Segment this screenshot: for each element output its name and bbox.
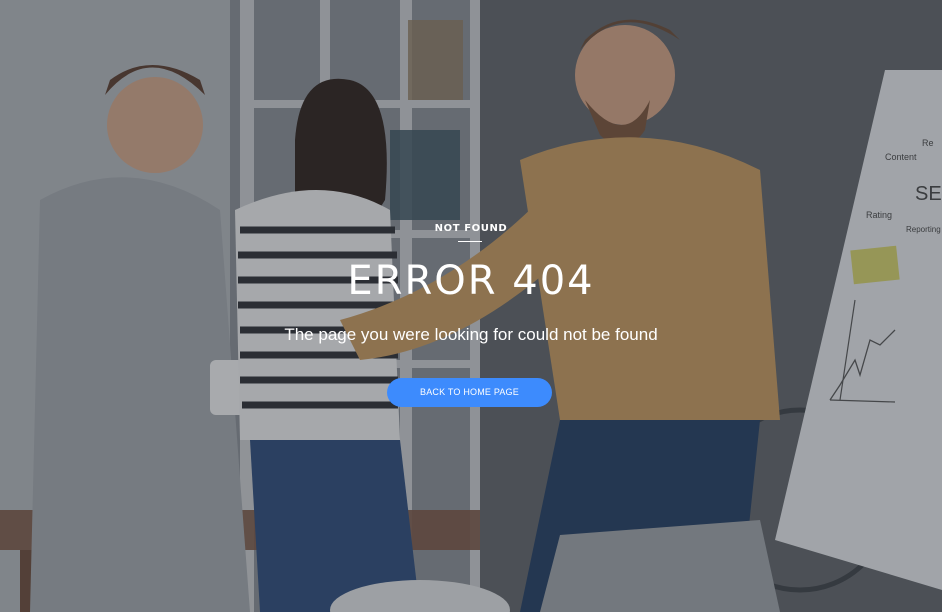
back-to-home-button[interactable]: BACK TO HOME PAGE — [387, 378, 552, 407]
not-found-label: NOT FOUND — [434, 223, 508, 234]
error-content: NOT FOUND ERROR 404 The page you were lo… — [0, 0, 942, 612]
error-title: ERROR 404 — [347, 258, 595, 304]
error-message: The page you were looking for could not … — [284, 325, 658, 344]
kicker-divider — [458, 241, 482, 242]
